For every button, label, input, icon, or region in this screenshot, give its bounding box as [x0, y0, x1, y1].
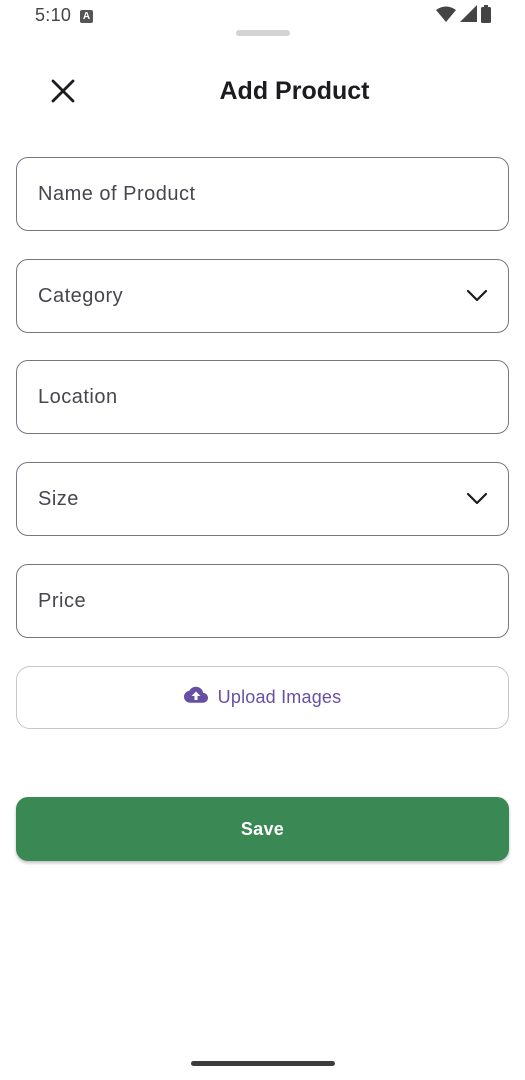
wifi-icon — [436, 6, 456, 27]
save-button[interactable]: Save — [16, 797, 509, 861]
status-icons — [436, 4, 491, 28]
drag-handle[interactable] — [236, 30, 290, 36]
status-bar: 5:10 A — [0, 0, 525, 34]
home-indicator[interactable] — [191, 1061, 335, 1066]
price-placeholder: Price — [38, 589, 87, 612]
chevron-down-icon — [465, 284, 489, 308]
product-name-placeholder: Name of Product — [38, 182, 196, 205]
upload-images-button[interactable]: Upload Images — [16, 666, 509, 729]
chevron-down-icon — [465, 487, 489, 511]
product-name-field[interactable]: Name of Product — [16, 157, 509, 231]
battery-icon — [481, 4, 491, 28]
location-field[interactable]: Location — [16, 360, 509, 434]
category-dropdown[interactable]: Category — [16, 259, 509, 333]
upload-images-label: Upload Images — [217, 687, 342, 707]
price-field[interactable]: Price — [16, 564, 509, 638]
status-time: 5:10 — [35, 5, 72, 25]
cloud-upload-icon — [183, 686, 208, 709]
category-placeholder: Category — [38, 284, 124, 307]
signal-icon — [460, 5, 477, 27]
size-dropdown[interactable]: Size — [16, 462, 509, 536]
notification-a-icon: A — [80, 10, 93, 23]
page-title: Add Product — [219, 77, 370, 105]
location-placeholder: Location — [38, 385, 118, 408]
save-label: Save — [240, 818, 285, 839]
size-placeholder: Size — [38, 487, 79, 510]
